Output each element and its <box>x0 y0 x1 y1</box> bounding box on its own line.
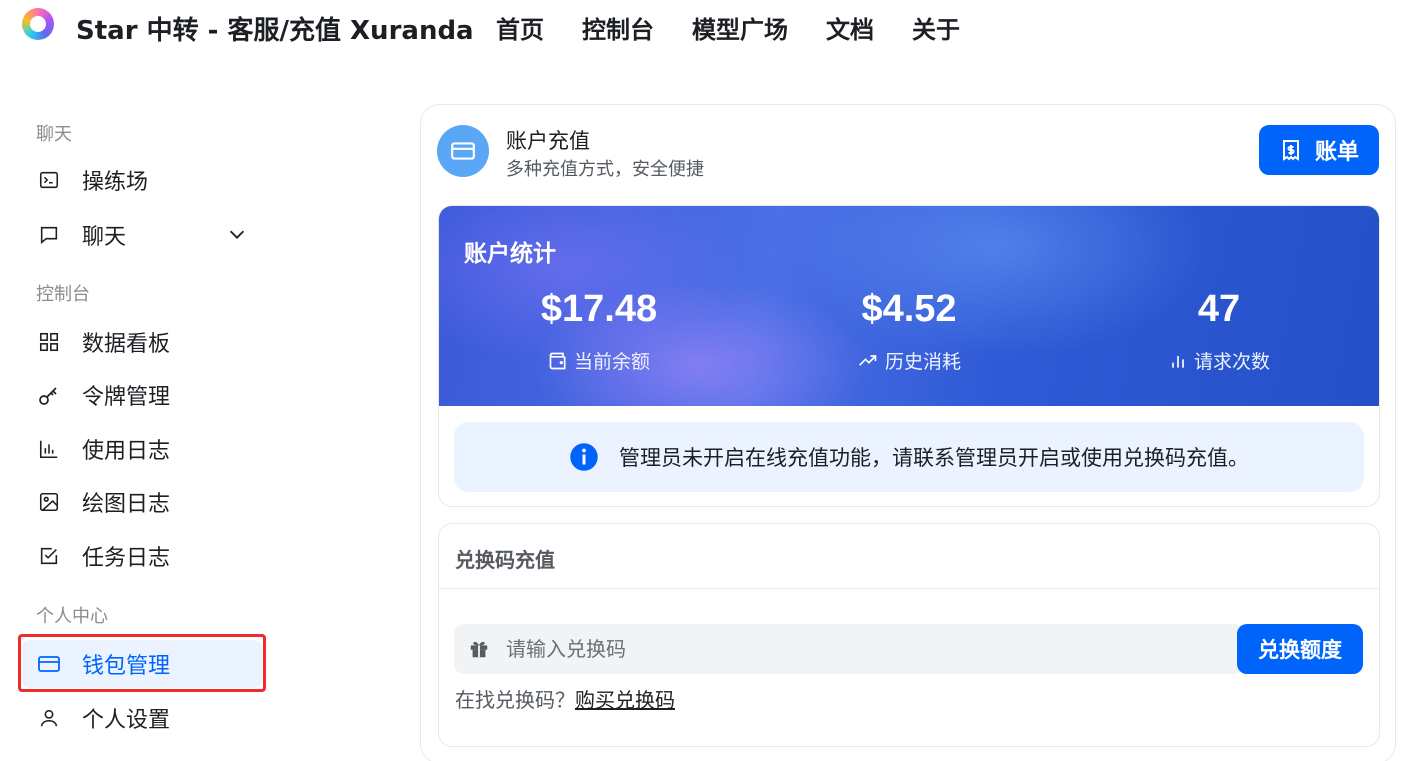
redeem-card: 兑换码充值 兑换额度 在找兑换码？购买兑换码 <box>438 523 1380 747</box>
terminal-icon <box>36 167 62 193</box>
sidebar: 聊天 操练场 聊天 控制台 数据看板 令牌管理 使用日志 绘图日志 任务日志 个… <box>0 100 290 761</box>
site-logo[interactable] <box>22 8 54 40</box>
page-subtitle: 多种充值方式，安全便捷 <box>506 159 704 180</box>
nav-docs[interactable]: 文档 <box>826 10 874 45</box>
dashboard-grid-icon <box>36 329 62 355</box>
highlight-box <box>18 634 266 692</box>
bar-chart-icon <box>36 436 62 462</box>
stat-label: 当前余额 <box>573 351 650 373</box>
sidebar-item-label: 绘图日志 <box>82 492 171 517</box>
nav-about[interactable]: 关于 <box>912 10 960 45</box>
chevron-down-icon[interactable] <box>226 223 248 249</box>
redeem-hint-text: 在找兑换码？ <box>455 688 575 712</box>
stat-request-count: 47 请求次数 <box>1069 288 1369 375</box>
checkbox-icon <box>36 543 62 569</box>
info-icon <box>570 443 598 471</box>
sidebar-item-label: 操练场 <box>82 170 149 195</box>
sidebar-item-settings[interactable]: 个人设置 <box>22 694 262 742</box>
buy-redeem-code-link[interactable]: 购买兑换码 <box>575 688 675 712</box>
redeem-input-wrapper[interactable] <box>454 624 1244 674</box>
stat-value: $4.52 <box>861 288 957 330</box>
recharge-panel: 账户充值 多种充值方式，安全便捷 账单 账户统计 $17.48 当前余额 $4.… <box>420 104 1396 761</box>
stat-label: 历史消耗 <box>884 351 961 373</box>
notice-text: 管理员未开启在线充值功能，请联系管理员开启或使用兑换码充值。 <box>619 446 1249 470</box>
nav-console[interactable]: 控制台 <box>582 10 654 45</box>
sidebar-item-label: 令牌管理 <box>82 385 171 410</box>
stat-history-consumption: $4.52 历史消耗 <box>759 288 1059 375</box>
main-nav: 首页 控制台 模型广场 文档 关于 <box>496 10 960 45</box>
sidebar-item-tokens[interactable]: 令牌管理 <box>22 371 262 419</box>
divider <box>439 588 1379 589</box>
credit-card-icon <box>437 125 489 177</box>
stat-value: 47 <box>1197 288 1241 330</box>
redeem-button[interactable]: 兑换额度 <box>1237 624 1363 674</box>
receipt-icon <box>1282 140 1299 161</box>
stats-title: 账户统计 <box>464 241 556 267</box>
account-stats-card: 账户统计 $17.48 当前余额 $4.52 历史消耗 47 请求次数 管理员未… <box>438 205 1380 507</box>
sidebar-item-dashboard[interactable]: 数据看板 <box>22 318 262 366</box>
section-personal-center: 个人中心 <box>36 606 108 627</box>
wallet-icon <box>549 352 566 369</box>
redeem-code-input[interactable] <box>506 637 1206 661</box>
redeem-hint: 在找兑换码？购买兑换码 <box>455 684 675 713</box>
bill-button[interactable]: 账单 <box>1259 125 1379 175</box>
chat-bubble-icon <box>36 222 62 248</box>
site-title[interactable]: Star 中转 - 客服/充值 Xuranda <box>76 10 474 47</box>
image-icon <box>36 489 62 515</box>
stats-banner: 账户统计 $17.48 当前余额 $4.52 历史消耗 47 请求次数 <box>439 206 1379 406</box>
sidebar-item-label: 个人设置 <box>82 708 171 733</box>
top-navbar: Star 中转 - 客服/充值 Xuranda 首页 控制台 模型广场 文档 关… <box>0 0 1424 50</box>
page-title: 账户充值 <box>506 129 590 153</box>
notice-banner: 管理员未开启在线充值功能，请联系管理员开启或使用兑换码充值。 <box>454 422 1364 492</box>
bill-button-label: 账单 <box>1314 140 1359 165</box>
sidebar-item-chat[interactable]: 聊天 <box>22 211 262 259</box>
sidebar-item-label: 聊天 <box>82 225 127 250</box>
trend-up-icon <box>859 354 877 366</box>
bar-chart-icon <box>1172 355 1184 368</box>
section-console: 控制台 <box>36 284 90 305</box>
key-icon <box>36 382 62 408</box>
user-icon <box>36 705 62 731</box>
sidebar-item-label: 数据看板 <box>82 332 171 357</box>
gift-icon <box>470 641 488 658</box>
stat-value: $17.48 <box>540 288 658 330</box>
section-chat: 聊天 <box>36 124 72 145</box>
stat-label: 请求次数 <box>1193 351 1270 373</box>
nav-models[interactable]: 模型广场 <box>692 10 788 45</box>
nav-home[interactable]: 首页 <box>496 10 544 45</box>
stat-balance: $17.48 当前余额 <box>449 288 749 375</box>
sidebar-item-usage-logs[interactable]: 使用日志 <box>22 425 262 473</box>
sidebar-item-task-logs[interactable]: 任务日志 <box>22 532 262 580</box>
sidebar-item-label: 任务日志 <box>82 546 171 571</box>
sidebar-item-drawing-logs[interactable]: 绘图日志 <box>22 478 262 526</box>
redeem-title: 兑换码充值 <box>455 548 555 572</box>
sidebar-item-label: 使用日志 <box>82 439 171 464</box>
sidebar-item-playground[interactable]: 操练场 <box>22 156 262 204</box>
